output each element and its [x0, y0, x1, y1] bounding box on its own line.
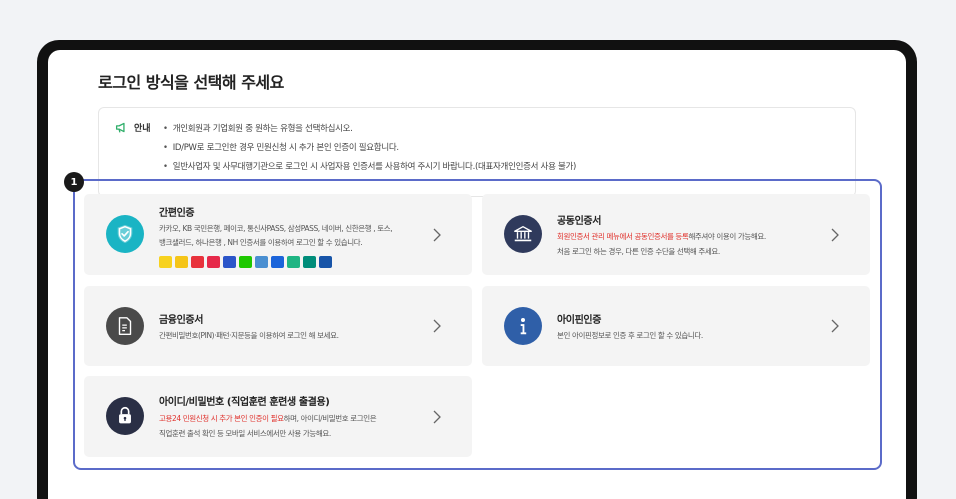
notice-item: 개인회원과 기업회원 중 원하는 유형을 선택하십시오.	[163, 120, 576, 139]
simple-auth-icon-circle	[106, 215, 144, 253]
provider-logo-kb	[175, 256, 188, 268]
notice-label: 안내	[134, 124, 151, 134]
card-desc: 처음 로그인 하는 경우, 다른 인증 수단을 선택해 주세요.	[557, 247, 720, 256]
id-password-icon-circle	[106, 397, 144, 435]
card-desc: 회원인증서 관리 메뉴에서 공동인증서를 등록해주셔야 이용이 가능해요.	[557, 230, 766, 244]
joint-cert-card[interactable]: 공동인증서 회원인증서 관리 메뉴에서 공동인증서를 등록해주셔야 이용이 가능…	[482, 194, 870, 275]
provider-logo-toss	[271, 256, 284, 268]
card-title: 금융인증서	[159, 315, 204, 326]
chevron-right-icon	[831, 228, 839, 242]
card-desc: 카카오, KB 국민은행, 페이코, 통신사PASS, 삼성PASS, 네이버,…	[159, 224, 393, 233]
provider-logo-banksalad	[287, 256, 300, 268]
notice-list: 개인회원과 기업회원 중 원하는 유형을 선택하십시오. ID/PW로 로그인한…	[163, 120, 577, 177]
card-title: 간편인증	[159, 208, 195, 219]
document-icon	[118, 317, 132, 335]
card-desc-text: 하며, 아이디/비밀번호 로그인은	[283, 414, 377, 423]
card-desc-text: 해주셔야 이용이 가능해요.	[688, 232, 766, 241]
card-desc: 고용24 민원신청 시 추가 본인 인증이 필요하며, 아이디/비밀번호 로그인…	[159, 412, 377, 426]
card-desc: 간편비밀번호(PIN)·패턴·지문등을 이용하여 로그인 해 보세요.	[159, 331, 339, 340]
card-title: 공동인증서	[557, 216, 602, 227]
card-desc: 본인 아이핀정보로 인증 후 로그인 할 수 있습니다.	[557, 331, 703, 340]
provider-logo-hana	[303, 256, 316, 268]
chevron-right-icon	[433, 410, 441, 424]
chevron-right-icon	[433, 228, 441, 242]
page-title: 로그인 방식을 선택해 주세요	[98, 73, 284, 92]
card-desc: 뱅크샐러드, 하나은행 , NH 인증서를 이용하여 로그인 할 수 있습니다.	[159, 238, 363, 247]
card-title: 아이핀인증	[557, 315, 602, 326]
bank-icon	[514, 225, 532, 242]
id-password-card[interactable]: 아이디/비밀번호 (직업훈련 훈련생 출결용) 고용24 민원신청 시 추가 본…	[84, 376, 472, 457]
chevron-right-icon	[433, 319, 441, 333]
provider-logos	[159, 256, 332, 268]
provider-logo-shinhan	[255, 256, 268, 268]
provider-logo-payco	[191, 256, 204, 268]
chevron-right-icon	[831, 319, 839, 333]
step-badge: 1	[64, 172, 84, 192]
notice-item: ID/PW로 로그인한 경우 민원신청 시 추가 본인 인증이 필요합니다.	[163, 139, 576, 158]
megaphone-icon	[115, 122, 125, 133]
shield-check-icon	[117, 224, 133, 244]
card-desc-highlight: 고용24 민원신청 시 추가 본인 인증이 필요	[159, 414, 284, 423]
financial-cert-icon-circle	[106, 307, 144, 345]
card-title: 아이디/비밀번호 (직업훈련 훈련생 출결용)	[159, 397, 330, 408]
card-desc: 직업훈련 출석 확인 등 모바일 서비스에서만 사용 가능해요.	[159, 429, 331, 438]
ipin-card[interactable]: 아이핀인증 본인 아이핀정보로 인증 후 로그인 할 수 있습니다.	[482, 286, 870, 366]
ipin-icon-circle	[504, 307, 542, 345]
lock-icon	[119, 406, 131, 424]
provider-logo-naver	[239, 256, 252, 268]
provider-logo-samsung-pass	[223, 256, 236, 268]
joint-cert-icon-circle	[504, 215, 542, 253]
financial-cert-card[interactable]: 금융인증서 간편비밀번호(PIN)·패턴·지문등을 이용하여 로그인 해 보세요…	[84, 286, 472, 366]
provider-logo-nh	[319, 256, 332, 268]
provider-logo-kakao	[159, 256, 172, 268]
info-icon	[520, 318, 527, 335]
provider-logo-pass	[207, 256, 220, 268]
card-desc-highlight: 회원인증서 관리 메뉴에서 공동인증서를 등록	[557, 232, 689, 241]
notice-header: 안내	[115, 121, 151, 134]
simple-auth-card[interactable]: 간편인증 카카오, KB 국민은행, 페이코, 통신사PASS, 삼성PASS,…	[84, 194, 472, 275]
notice-item: 일반사업자 및 사무대행기관으로 로그인 시 사업자용 인증서를 사용하여 주시…	[163, 158, 577, 177]
